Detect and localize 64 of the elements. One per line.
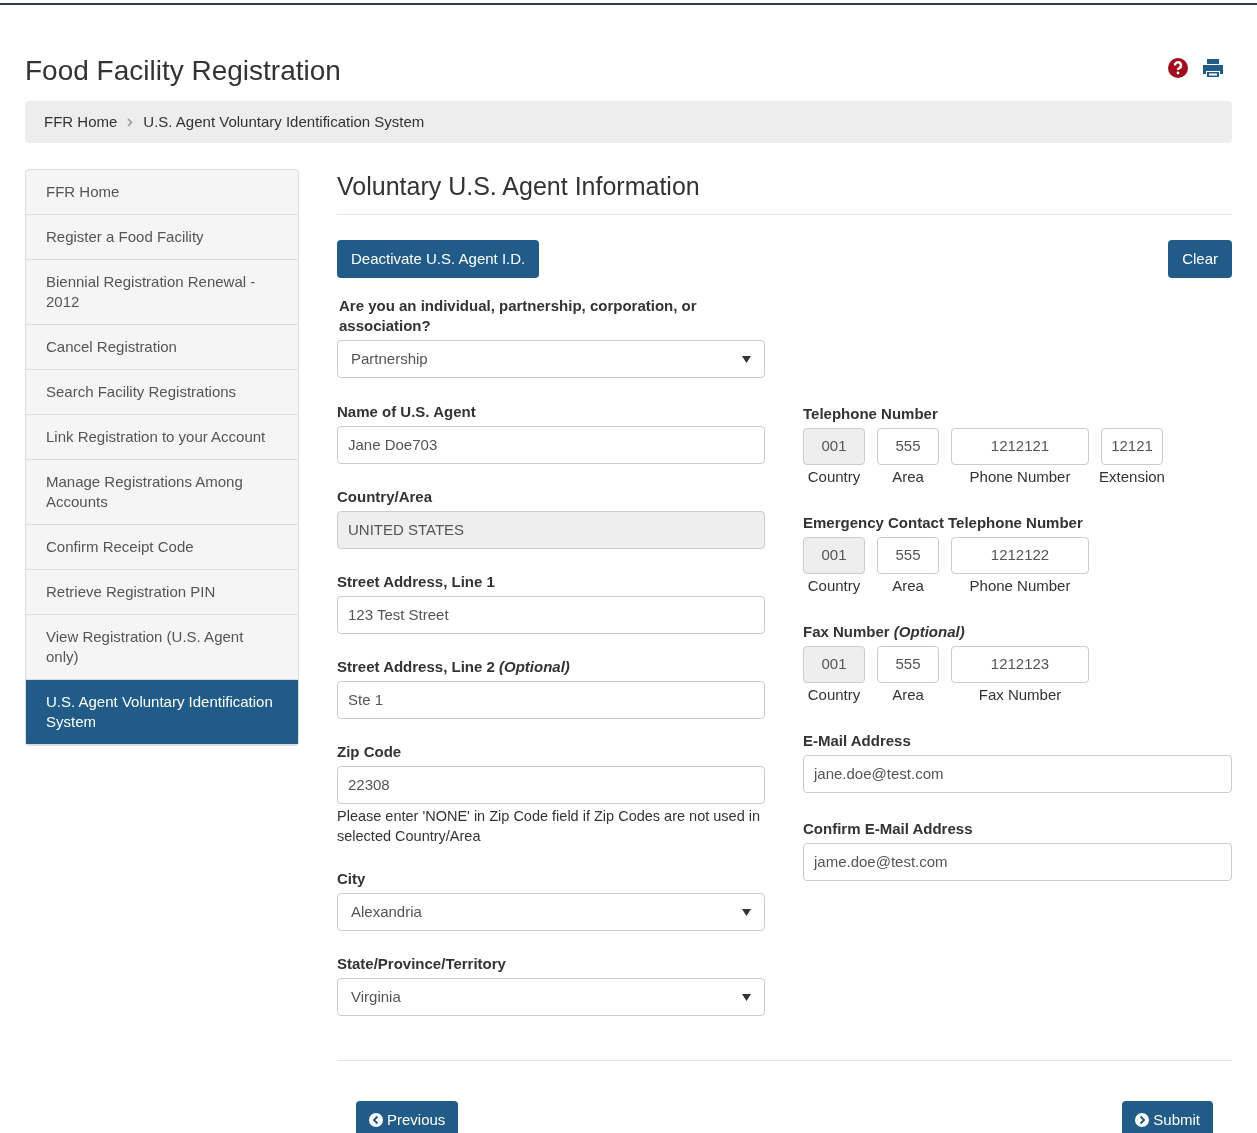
- sidebar-item[interactable]: Biennial Registration Renewal - 2012: [26, 260, 298, 325]
- field-label: Telephone Number: [803, 404, 939, 424]
- field-caption: Country: [807, 467, 861, 487]
- deactivate-button[interactable]: Deactivate U.S. Agent I.D.: [337, 240, 540, 278]
- input-field[interactable]: 555: [877, 428, 939, 465]
- field-caption: Extension: [1099, 467, 1165, 487]
- help-icon[interactable]: [1168, 58, 1188, 78]
- field-caption: Area: [892, 467, 924, 487]
- input-field[interactable]: 1212121: [951, 428, 1089, 465]
- input-field[interactable]: jame.doe@test.com: [803, 843, 1232, 881]
- field-label: Are you an individual, partnership, corporation, or association?: [339, 296, 698, 336]
- input-field[interactable]: jane.doe@test.com: [803, 755, 1232, 793]
- clear-button[interactable]: Clear: [1168, 240, 1232, 278]
- sidebar-item[interactable]: U.S. Agent Voluntary Identification System: [26, 680, 298, 745]
- sidebar-item[interactable]: Manage Registrations Among Accounts: [26, 460, 298, 525]
- field-label: City: [337, 869, 367, 889]
- sidebar-item[interactable]: Cancel Registration: [26, 325, 298, 370]
- field-label: Fax Number (Optional): [803, 622, 966, 642]
- field-label: State/Province/Territory: [337, 954, 507, 974]
- field-caption: Fax Number: [978, 685, 1062, 705]
- page-title: Food Facility Registration: [25, 54, 341, 88]
- input-field[interactable]: 555: [877, 646, 939, 683]
- input-field[interactable]: 1212122: [951, 537, 1089, 574]
- sidebar-item[interactable]: Retrieve Registration PIN: [26, 570, 298, 615]
- submit-button[interactable]: Submit: [1122, 1101, 1213, 1133]
- sidebar-item[interactable]: Register a Food Facility: [26, 215, 298, 260]
- sidebar-item[interactable]: Link Registration to your Account: [26, 415, 298, 460]
- field-label: Street Address, Line 1: [337, 572, 496, 592]
- caret-icon: [742, 908, 751, 916]
- field-label: Street Address, Line 2 (Optional): [337, 657, 571, 677]
- input-field[interactable]: 1212123: [951, 646, 1089, 683]
- input-field[interactable]: 555: [877, 537, 939, 574]
- field-caption: Phone Number: [969, 576, 1071, 596]
- field-label: Emergency Contact Telephone Number: [803, 513, 1084, 533]
- input-field[interactable]: Ste 1: [337, 681, 765, 719]
- field-caption: Country: [807, 685, 861, 705]
- input-field[interactable]: 123 Test Street: [337, 596, 765, 634]
- section-heading: Voluntary U.S. Agent Information: [337, 169, 1232, 215]
- field-label: Confirm E-Mail Address: [803, 819, 974, 839]
- dropdown[interactable]: Virginia: [337, 978, 765, 1016]
- input-field[interactable]: Jane Doe703: [337, 426, 765, 464]
- field-label: E-Mail Address: [803, 731, 912, 751]
- caret-icon: [742, 993, 751, 1001]
- breadcrumb-link[interactable]: FFR Home: [44, 110, 118, 134]
- input-field[interactable]: 12121: [1101, 428, 1163, 465]
- sidebar-item[interactable]: Confirm Receipt Code: [26, 525, 298, 570]
- field-caption: Area: [892, 576, 924, 596]
- previous-button[interactable]: Previous: [356, 1101, 459, 1133]
- print-icon[interactable]: [1202, 58, 1224, 78]
- field-caption: Phone Number: [969, 467, 1071, 487]
- sidebar-item[interactable]: Search Facility Registrations: [26, 370, 298, 415]
- sidebar-item[interactable]: FFR Home: [26, 170, 298, 215]
- chevron-icon: [127, 117, 134, 127]
- dropdown[interactable]: Partnership: [337, 340, 765, 378]
- caret-icon: [742, 355, 751, 363]
- field-label: Country/Area: [337, 487, 434, 507]
- help-text: Please enter 'NONE' in Zip Code field if Zip Codes are not used in selected Country/Area: [337, 807, 762, 846]
- field-label: Zip Code: [337, 742, 403, 762]
- field-label: Name of U.S. Agent: [337, 402, 477, 422]
- field-caption: Country: [807, 576, 861, 596]
- breadcrumb-link[interactable]: U.S. Agent Voluntary Identification System: [143, 110, 425, 134]
- dropdown[interactable]: Alexandria: [337, 893, 765, 931]
- input-field[interactable]: 22308: [337, 766, 765, 804]
- field-caption: Area: [892, 685, 924, 705]
